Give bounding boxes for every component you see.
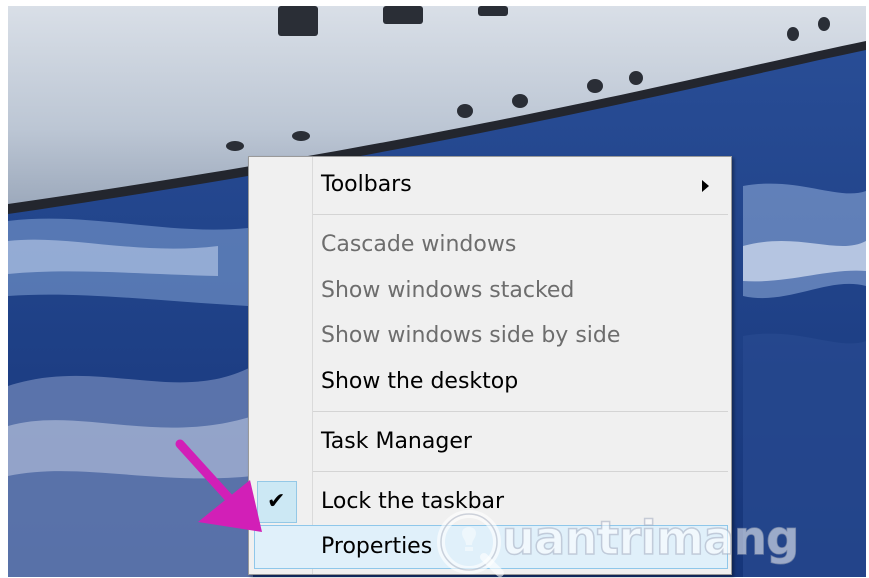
menu-separator (313, 411, 728, 412)
menu-item-label: Show windows side by side (321, 323, 621, 348)
menu-item-task-manager[interactable]: Task Manager (249, 420, 731, 464)
menu-item-show-windows-stacked[interactable]: Show windows stacked (249, 269, 731, 313)
menu-item-label: Toolbars (321, 172, 412, 197)
menu-item-label: Show windows stacked (321, 278, 575, 303)
annotation-arrow-icon (175, 439, 262, 532)
menu-item-lock-the-taskbar[interactable]: ✔ Lock the taskbar (249, 480, 731, 524)
menu-item-label: Cascade windows (321, 232, 517, 257)
menu-item-label: Task Manager (321, 429, 472, 454)
menu-separator (313, 214, 728, 215)
menu-item-label: Show the desktop (321, 369, 519, 394)
menu-item-label: Lock the taskbar (321, 489, 505, 514)
menu-item-cascade-windows[interactable]: Cascade windows (249, 223, 731, 267)
menu-item-properties[interactable]: Properties (249, 525, 731, 569)
menu-item-show-the-desktop[interactable]: Show the desktop (249, 360, 731, 404)
submenu-arrow-icon (702, 180, 709, 192)
menu-separator (313, 471, 728, 472)
menu-item-show-windows-side-by-side[interactable]: Show windows side by side (249, 314, 731, 358)
menu-item-toolbars[interactable]: Toolbars (249, 163, 731, 207)
menu-item-label: Properties (321, 534, 433, 559)
taskbar-context-menu: Toolbars Cascade windows Show windows st… (248, 156, 732, 575)
